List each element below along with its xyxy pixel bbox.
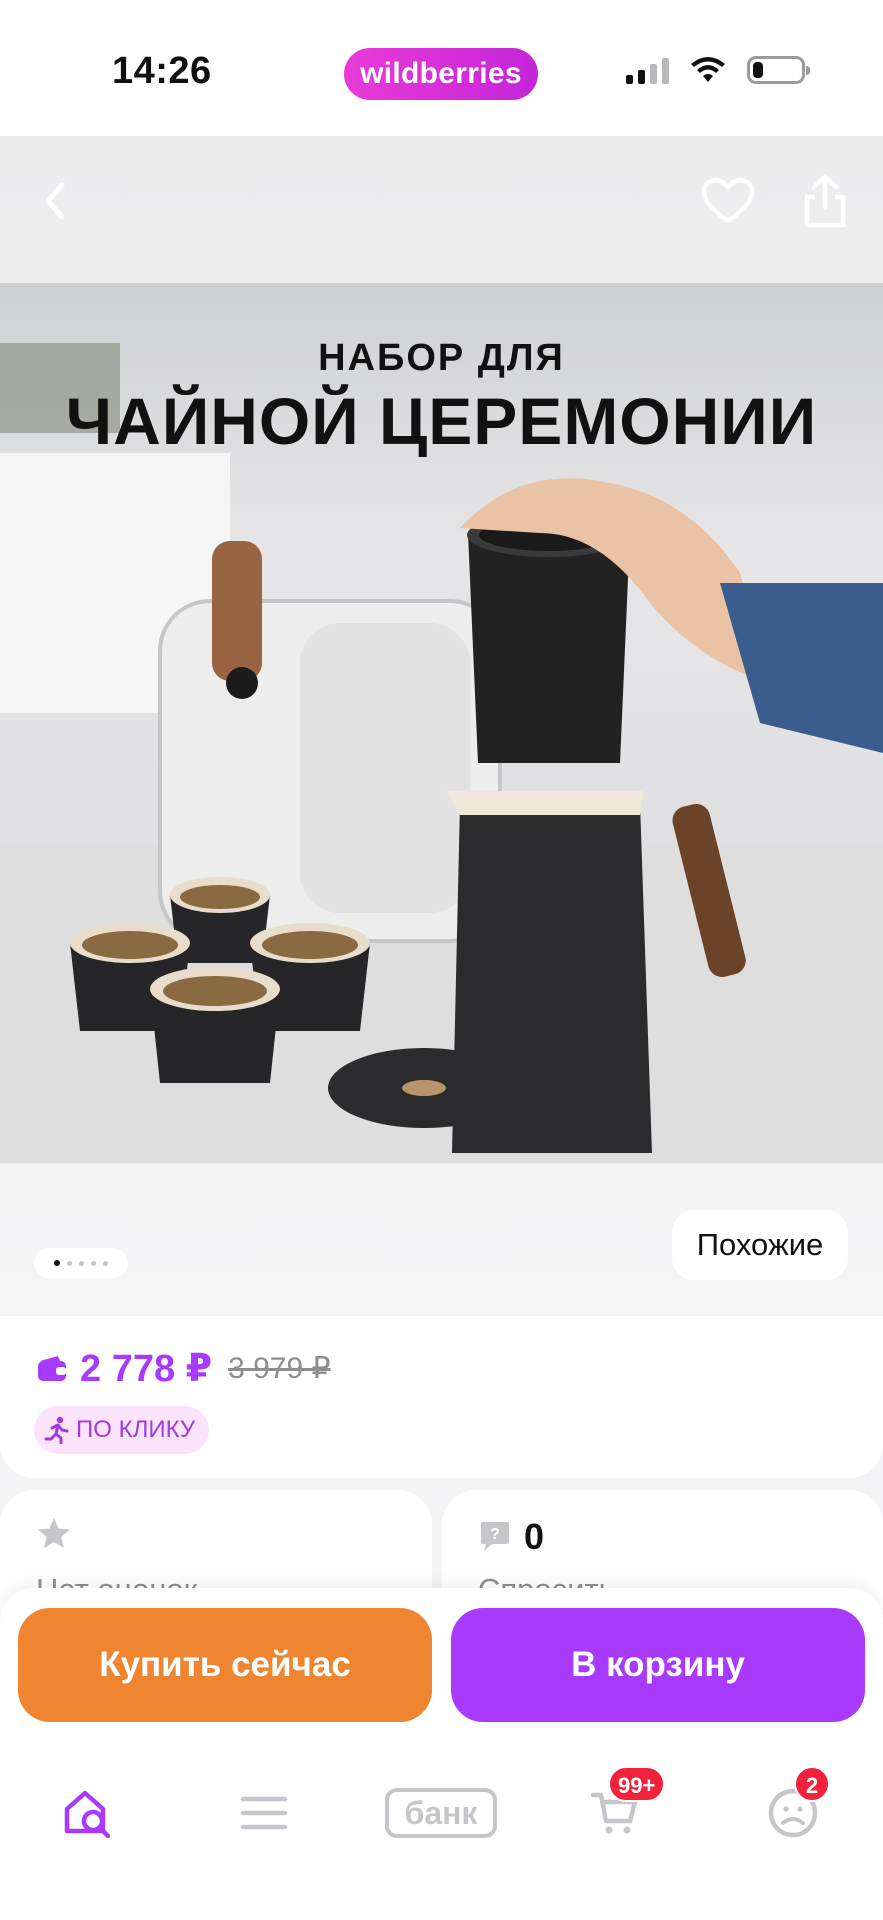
wallet-icon [38, 1355, 66, 1381]
brand-pill: wildberries [344, 48, 538, 100]
tab-profile[interactable]: 2 [738, 1758, 848, 1868]
one-click-badge: ПО КЛИКУ [34, 1406, 210, 1454]
questions-row: ? 0 [478, 1516, 544, 1558]
star-icon [38, 1518, 70, 1548]
share-icon [804, 174, 846, 228]
questions-count: 0 [524, 1516, 545, 1557]
one-click-label: ПО КЛИКУ [76, 1416, 196, 1443]
cart-count-badge: 99+ [608, 1766, 666, 1802]
current-price: 2 778 ₽ [80, 1348, 213, 1390]
cellular-signal-icon [626, 56, 669, 84]
buy-now-button[interactable]: Купить сейчас [18, 1608, 432, 1722]
wifi-icon [691, 57, 725, 82]
image-headline-small: НАБОР ДЛЯ [318, 337, 565, 379]
battery-icon [747, 56, 810, 84]
svg-text:?: ? [490, 1526, 500, 1543]
home-search-icon [64, 1790, 111, 1839]
pagination-dot [103, 1260, 108, 1266]
tab-catalog[interactable] [209, 1758, 319, 1868]
price-card: 2 778 ₽ 3 979 ₽ ПО КЛИКУ [0, 1316, 883, 1478]
add-to-cart-button[interactable]: В корзину [451, 1608, 865, 1722]
bank-label: банк [385, 1788, 497, 1838]
back-button[interactable] [20, 166, 90, 236]
product-gallery: НАБОР ДЛЯ ЧАЙНОЙ ЦЕРЕМОНИИ Похожие [0, 136, 883, 1316]
pagination-dot [54, 1260, 60, 1266]
heart-icon [701, 177, 755, 224]
tab-cart[interactable]: 99+ [560, 1758, 670, 1868]
pagination-dot [67, 1260, 72, 1266]
similar-products-button[interactable]: Похожие [672, 1210, 848, 1280]
pagination-dot [79, 1260, 84, 1266]
product-screen: 14:26 wildberries НАБОР ДЛЯ ЧАЙНОЙ ЦЕРЕМ… [0, 0, 883, 1920]
bottom-action-panel: Купить сейчас В корзину банк 99+ 2 [0, 1588, 883, 1920]
price-row: 2 778 ₽ 3 979 ₽ [36, 1346, 331, 1391]
status-bar: 14:26 wildberries [0, 0, 883, 136]
tab-bar: банк 99+ 2 [0, 1758, 883, 1868]
status-time: 14:26 [112, 50, 212, 92]
top-navigation [0, 136, 883, 276]
old-price: 3 979 ₽ [228, 1352, 331, 1385]
tab-home[interactable] [34, 1758, 144, 1868]
profile-notification-badge: 2 [794, 1766, 830, 1802]
back-arrow-icon [45, 182, 65, 220]
image-headline-large: ЧАЙНОЙ ЦЕРЕМОНИИ [65, 384, 818, 458]
pagination-dot [91, 1260, 96, 1266]
question-bubble-icon: ? [481, 1522, 509, 1551]
tab-bank[interactable]: банк [381, 1758, 501, 1868]
share-button[interactable] [790, 166, 860, 236]
product-image[interactable]: НАБОР ДЛЯ ЧАЙНОЙ ЦЕРЕМОНИИ [0, 283, 883, 1163]
menu-icon [240, 1796, 288, 1830]
running-man-icon [44, 1416, 69, 1444]
favorite-button[interactable] [693, 166, 763, 236]
status-icons [626, 56, 810, 84]
gallery-pagination [34, 1248, 128, 1278]
